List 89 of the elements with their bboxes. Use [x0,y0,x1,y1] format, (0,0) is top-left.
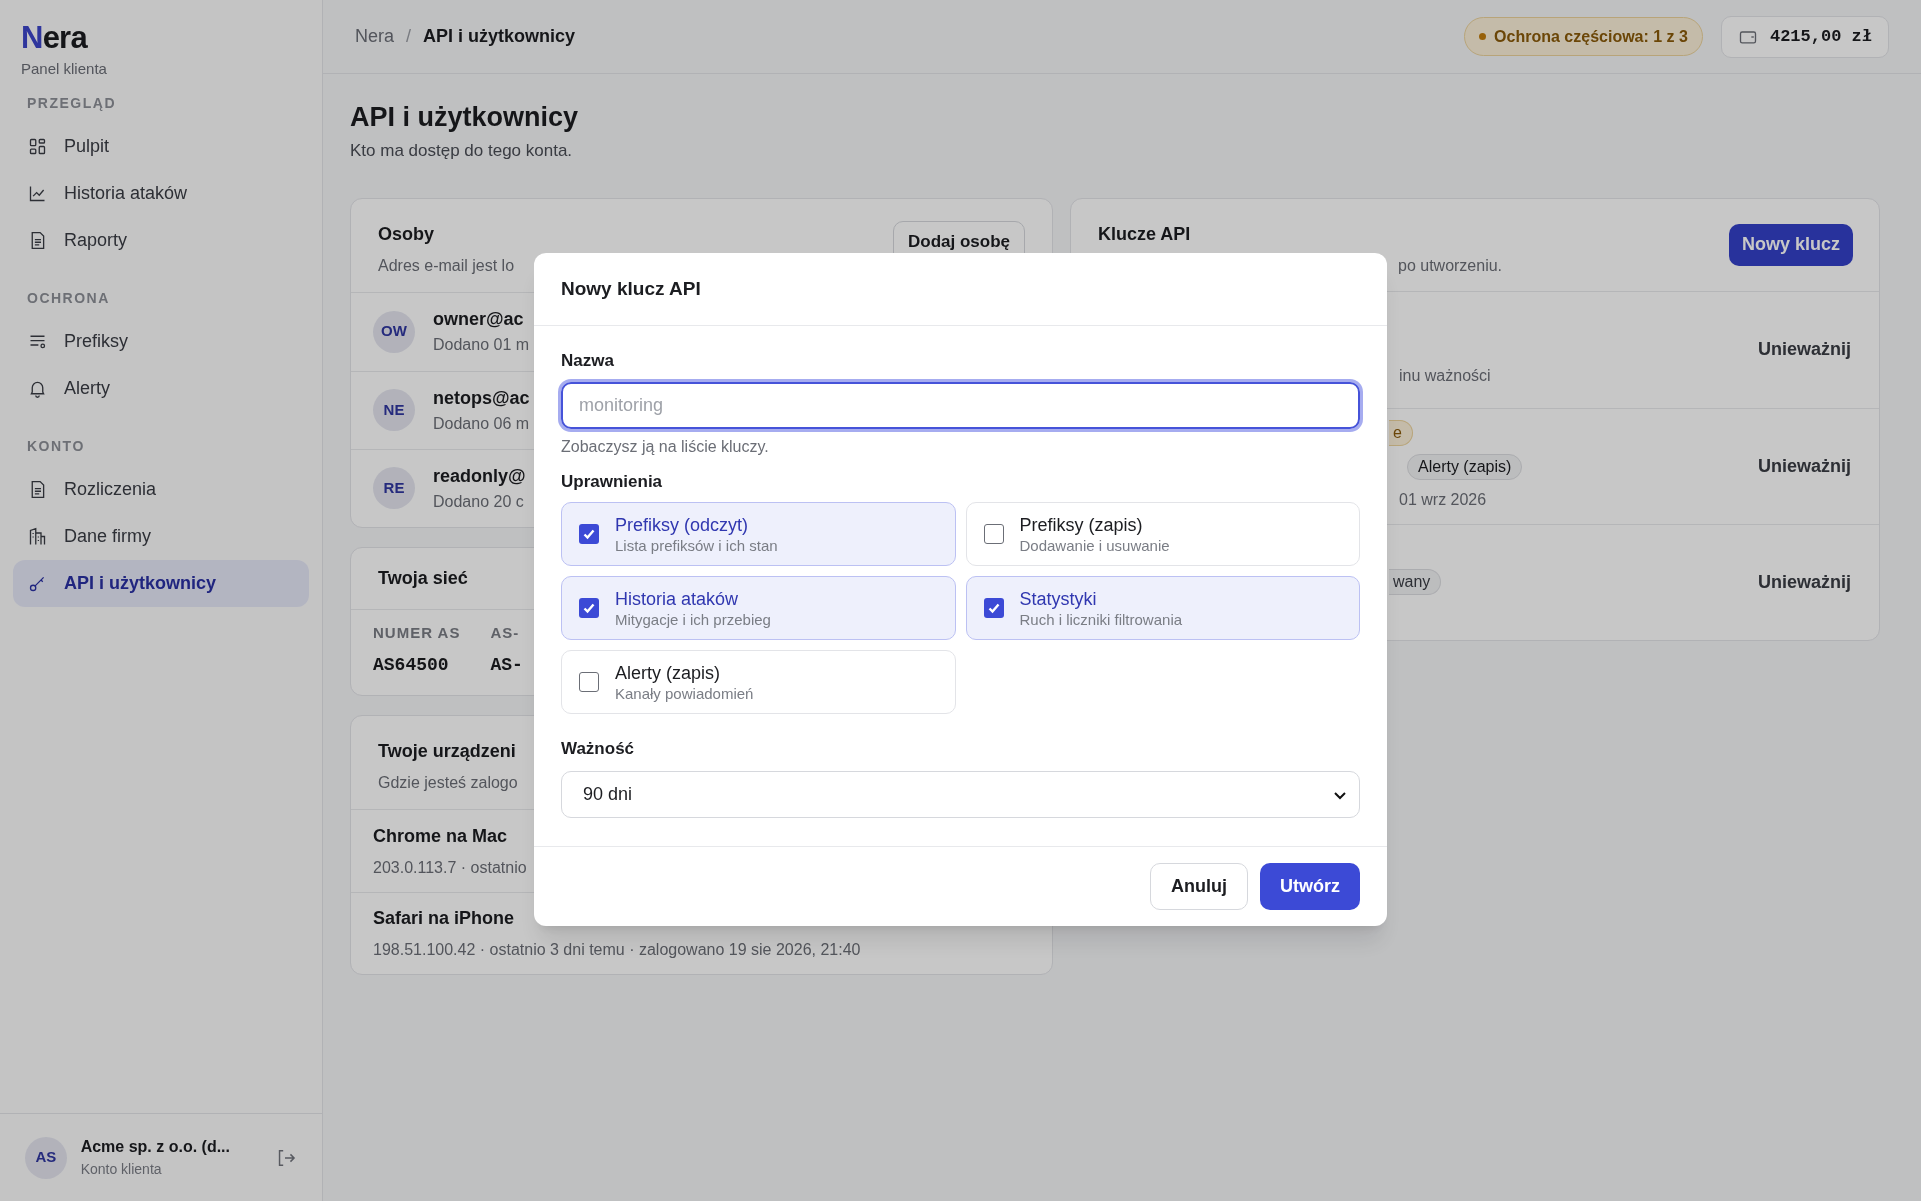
card-title: Twoje urządzeni [378,740,516,763]
checkmark-icon [582,601,596,615]
permission-description: Mitygacje i ich przebieg [615,609,771,629]
permission-option[interactable]: Historia ataków Mitygacje i ich przebieg [561,576,956,640]
create-button[interactable]: Utwórz [1260,862,1360,910]
user-added-date: Dodano 06 m [433,413,530,434]
nav-item[interactable]: Rozliczenia [13,465,309,513]
field-label: Ważność [561,738,636,760]
permission-option[interactable]: Alerty (zapis) Kanały powiadomień [561,650,956,714]
nav-item[interactable]: Historia ataków [13,169,309,217]
balance-display: 4215,00 zł [1720,15,1889,58]
user-avatar: NE [373,389,415,431]
dialog-title: Nowy klucz API [561,276,701,301]
field-label: Nazwa [561,350,615,372]
revoke-button[interactable]: Unieważnij [1758,336,1851,363]
device-details: 203.0.113.7 · ostatnio [373,857,528,878]
revoke-button[interactable]: Unieważnij [1758,568,1851,596]
permission-description: Kanały powiadomień [615,683,754,703]
page-title: API i użytkownicy [350,101,580,134]
field-label: NUMER AS [373,622,461,643]
new-key-button[interactable]: Nowy klucz [1728,223,1853,266]
breadcrumb-link[interactable]: Nera [355,23,394,50]
permission-title: Historia ataków [615,587,740,610]
page-subtitle: Kto ma dostęp do tego konta. [350,140,574,162]
user-added-date: Dodano 20 c [433,491,525,512]
permission-description: Lista prefiksów i ich stan [615,535,778,555]
card-title: Twoja sieć [378,566,468,590]
breadcrumb-current: API i użytkownicy [423,25,576,48]
breadcrumb-separator: / [406,25,412,48]
nav-item[interactable]: Prefiksy [13,317,309,365]
permission-option[interactable]: Prefiksy (zapis) Dodawanie i usuwanie [965,502,1360,566]
revoke-button[interactable]: Unieważnij [1758,452,1851,480]
building-icon [27,525,48,547]
field-label: Uprawnienia [561,470,664,493]
logo: Nera [21,20,89,56]
checkbox[interactable] [579,524,599,544]
user-avatar: OW [373,310,415,353]
status-tag: wany [1389,569,1442,595]
checkmark-icon [986,601,1001,615]
permission-title: Prefiksy (odczyt) [615,513,750,536]
permission-title: Prefiksy (zapis) [1019,513,1144,536]
user-added-date: Dodano 01 m [433,335,530,355]
card-subtitle: Gdzie jesteś zalogo [378,773,518,793]
section-heading: KONTO [26,437,86,456]
permission-option[interactable]: Statystyki Ruch i liczniki filtrowania [965,576,1360,640]
account-name: Acme sp. z o.o. (d... [80,1137,231,1157]
nav-item[interactable]: Dane firmy [13,512,309,560]
checkbox[interactable] [579,598,599,618]
permission-title: Statystyki [1019,587,1098,610]
permission-tag: Alerty (zapis) [1407,454,1523,480]
field-value: AS- [490,654,523,677]
user-avatar: RE [373,467,415,509]
card-subtitle: po utworzeniu. [1398,255,1503,276]
nav-item[interactable]: Pulpit [13,122,309,170]
card-title: Osoby [378,222,435,246]
key-note: 01 wrz 2026 [1398,490,1488,510]
account-role: Konto klienta [80,1160,163,1179]
key-note: inu ważności [1398,365,1492,386]
field-value: AS64500 [373,654,450,677]
card-subtitle: Adres e-mail jest lo [378,255,515,276]
checkbox[interactable] [983,598,1004,618]
nav-item[interactable]: API i użytkownicy [13,559,309,607]
device-name: Safari na iPhone [373,907,516,930]
permission-title: Alerty (zapis) [615,661,722,684]
cancel-button[interactable]: Anuluj [1150,862,1248,910]
section-heading: OCHRONA [26,289,111,308]
permission-option[interactable]: Prefiksy (odczyt) Lista prefiksów i ich stan [561,502,956,566]
protection-badge: Ochrona częściowa: 1 z 3 [1464,17,1703,56]
device-details: 198.51.100.42 · ostatnio 3 dni temu · zalogowano 19 sie 2026, 21:40 [373,940,862,960]
section-heading: PRZEGLĄD [26,94,117,113]
field-hint: Zobaczysz ją na liście kluczy. [561,436,770,457]
card-title: Klucze API [1098,222,1192,246]
panel-subtitle: Panel klienta [21,59,108,79]
status-tag: e [1389,420,1413,446]
account-avatar: AS [25,1136,67,1179]
name-input[interactable]: monitoring [561,381,1360,429]
field-label: AS- [490,622,521,643]
permission-description: Dodawanie i usuwanie [1019,535,1170,555]
checkbox[interactable] [983,524,1004,544]
user-email: netops@ac [433,386,530,410]
checkmark-icon [582,527,596,541]
expiry-select[interactable]: 90 dni [561,770,1360,818]
user-email: owner@ac [433,308,525,331]
nav-item[interactable]: Alerty [13,364,309,412]
device-name: Chrome na Mac [373,824,509,848]
checkbox[interactable] [579,672,599,692]
nav-item[interactable]: Raporty [13,216,309,264]
permission-description: Ruch i liczniki filtrowania [1019,609,1183,629]
user-email: readonly@ [433,464,526,488]
